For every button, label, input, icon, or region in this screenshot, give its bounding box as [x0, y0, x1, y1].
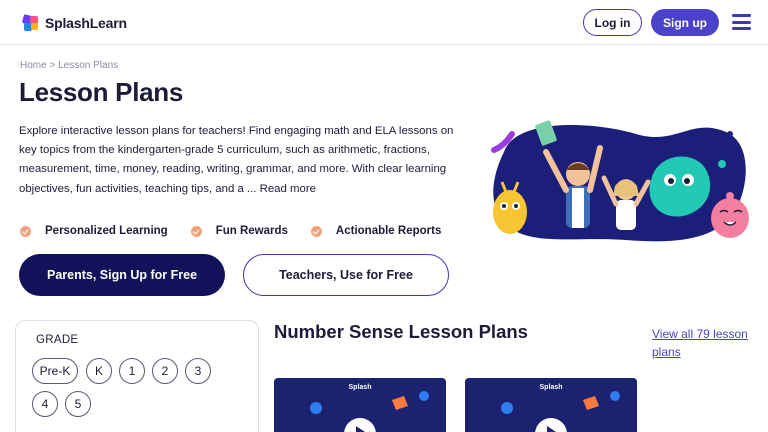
feature-label: Actionable Reports	[335, 225, 442, 237]
grade-filter-panel: GRADE Pre-K K 1 2 3 4 5	[15, 320, 259, 432]
breadcrumb-current: Lesson Plans	[58, 60, 119, 71]
grade-chip-2[interactable]: 2	[152, 358, 178, 384]
feature-item: Personalized Learning	[20, 225, 168, 237]
grade-chip-k[interactable]: K	[86, 358, 112, 384]
breadcrumb: Home > Lesson Plans	[20, 60, 118, 71]
card-thumbnail-art	[501, 391, 620, 432]
login-button[interactable]: Log in	[583, 9, 642, 36]
section-title: Number Sense Lesson Plans	[274, 321, 528, 342]
grade-filter-title: GRADE	[36, 334, 79, 346]
lesson-card[interactable]: Splash	[465, 378, 637, 432]
feature-label: Fun Rewards	[215, 225, 288, 237]
parents-signup-button[interactable]: Parents, Sign Up for Free	[19, 254, 225, 296]
feature-item: Actionable Reports	[310, 225, 442, 237]
feature-item: Fun Rewards	[190, 225, 288, 237]
feature-list: Personalized Learning Fun Rewards Action…	[20, 225, 464, 237]
hero-illustration	[486, 112, 756, 252]
grade-chip-pre-k[interactable]: Pre-K	[32, 358, 78, 384]
site-header: SplashLearn Log in Sign up	[0, 0, 768, 45]
page-title: Lesson Plans	[19, 77, 184, 107]
teachers-signup-button[interactable]: Teachers, Use for Free	[243, 254, 449, 296]
signup-button[interactable]: Sign up	[651, 9, 719, 36]
breadcrumb-separator: >	[49, 60, 56, 71]
hamburger-menu-icon[interactable]	[732, 14, 751, 30]
grade-chip-5[interactable]: 5	[65, 391, 91, 417]
logo-text: SplashLearn	[45, 15, 127, 31]
check-icon	[190, 225, 202, 237]
intro-text: Explore interactive lesson plans for tea…	[19, 125, 454, 195]
lesson-card[interactable]: Splash	[274, 378, 446, 432]
check-icon	[310, 225, 322, 237]
check-icon	[20, 225, 31, 237]
breadcrumb-home[interactable]: Home	[20, 60, 47, 71]
feature-label: Personalized Learning	[45, 225, 168, 237]
view-all-link[interactable]: View all 79 lesson plans	[652, 325, 762, 361]
splashlearn-logo-icon	[20, 12, 42, 34]
grade-chip-4[interactable]: 4	[32, 391, 58, 417]
grade-chip-3[interactable]: 3	[185, 358, 211, 384]
logo[interactable]: SplashLearn	[20, 12, 127, 34]
grade-chip-1[interactable]: 1	[119, 358, 145, 384]
card-thumbnail-art	[310, 391, 429, 432]
